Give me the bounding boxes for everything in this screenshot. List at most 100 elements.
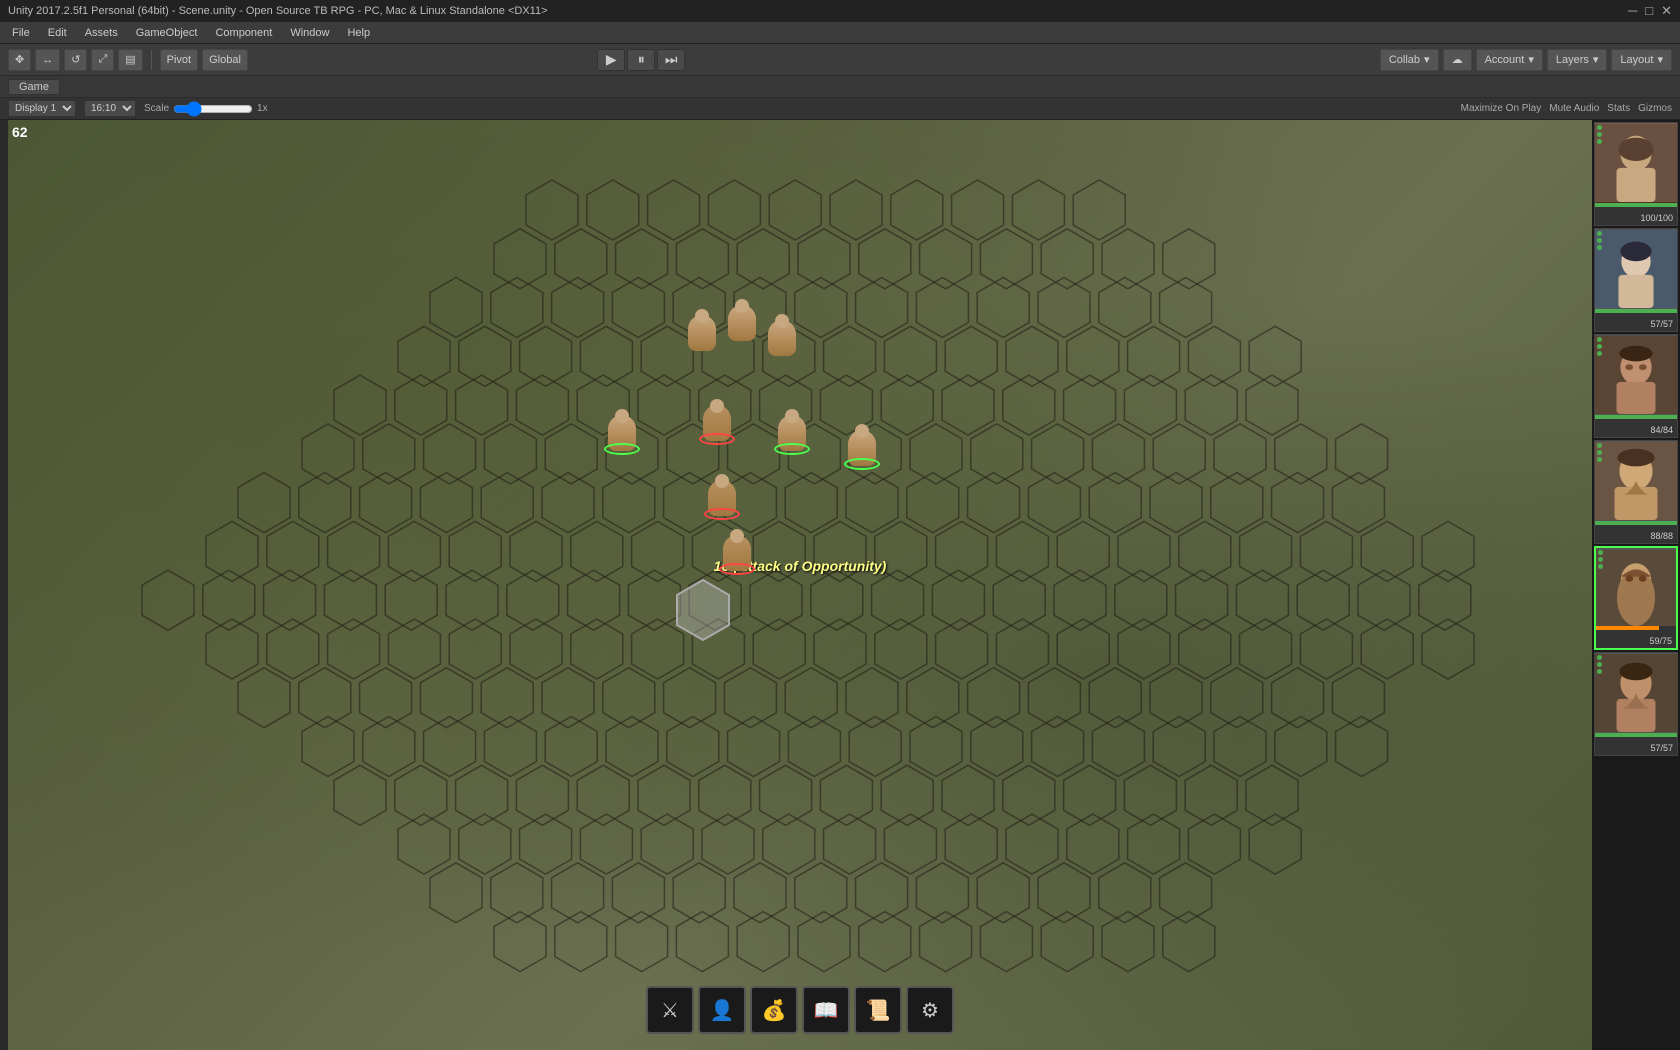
char-status-5 [1598,550,1603,569]
hp-fill-4 [1595,521,1677,525]
char-hp-text-1: 100/100 [1640,213,1673,223]
layers-dropdown-icon: ▾ [1593,53,1599,66]
action-journal[interactable]: 📜 [854,986,902,1034]
title-text: Unity 2017.2.5f1 Personal (64bit) - Scen… [8,5,548,17]
action-character[interactable]: 👤 [698,986,746,1034]
hp-bar-3 [1595,415,1677,419]
cloud-icon: ☁ [1452,53,1463,66]
enemy-char-1[interactable] [688,315,716,351]
selection-ring-left [604,443,640,455]
action-settings[interactable]: ⚙ [906,986,954,1034]
status-dot-2 [1597,132,1602,137]
pause-btn[interactable]: ⏸ [627,49,655,71]
portrait-svg-1 [1595,123,1677,203]
tool-rotate[interactable]: ↺ [64,49,87,71]
menu-file[interactable]: File [4,25,38,41]
mute-audio[interactable]: Mute Audio [1549,103,1599,114]
tool-move[interactable]: ↔ [35,49,60,71]
cloud-btn[interactable]: ☁ [1443,49,1472,71]
status-dot-12 [1597,457,1602,462]
menu-gameobject[interactable]: GameObject [128,25,206,41]
display-dropdown[interactable]: Display 1 [8,100,76,117]
char-portrait-2 [1595,229,1677,309]
tool-rect[interactable]: ▤ [118,49,142,71]
step-btn[interactable]: ⏭ [657,49,685,71]
status-dot-14 [1598,557,1603,562]
enemy-char-right1[interactable] [778,415,806,451]
resolution-dropdown[interactable]: 16:10 [84,100,136,117]
char-card-6[interactable]: 57/57 [1594,652,1678,756]
char-card-4[interactable]: 88/88 [1594,440,1678,544]
action-bar: ⚔ 👤 💰 📖 📜 ⚙ [646,986,954,1034]
collab-btn[interactable]: Collab ▾ [1380,49,1439,71]
char-stats-2: 57/57 [1650,319,1673,329]
toolbar: ✥ ↔ ↺ ⤢ ▤ Pivot Global ▶ ⏸ ⏭ Collab ▾ ☁ … [0,44,1680,76]
status-dot-17 [1597,662,1602,667]
left-panel [0,120,8,1050]
hp-fill-1 [1595,203,1677,207]
stats-btn[interactable]: Stats [1607,103,1630,114]
main-area: 62 16 (Attack of Opportunity) [0,120,1680,1050]
hp-fill-3 [1595,415,1677,419]
gizmos-btn[interactable]: Gizmos [1638,103,1672,114]
tool-hand[interactable]: ✥ [8,49,31,71]
game-viewport[interactable]: 62 16 (Attack of Opportunity) [8,120,1592,1050]
status-dot-13 [1598,550,1603,555]
char-card-5[interactable]: 59/75 [1594,546,1678,650]
portrait-svg-3 [1595,335,1677,415]
enemy-char-left[interactable] [608,415,636,451]
hero-char-lowest[interactable] [723,535,751,571]
hp-fill-2 [1595,309,1677,313]
account-btn[interactable]: Account ▾ [1476,49,1543,71]
maximize-btn[interactable]: □ [1645,3,1653,19]
hero-char-lower[interactable] [708,480,736,516]
enemy-char-3[interactable] [768,320,796,356]
status-dot-1 [1597,125,1602,130]
status-dot-7 [1597,337,1602,342]
close-btn[interactable]: ✕ [1661,3,1672,19]
status-dot-15 [1598,564,1603,569]
display-select: Display 1 [8,100,76,117]
char-card-1[interactable]: 100/100 [1594,122,1678,226]
status-dot-11 [1597,450,1602,455]
menu-window[interactable]: Window [282,25,337,41]
hp-bar-2 [1595,309,1677,313]
layers-btn[interactable]: Layers ▾ [1547,49,1608,71]
hp-bar-6 [1595,733,1677,737]
scale-control: Scale 1x [144,101,1453,117]
char-card-2[interactable]: 57/57 [1594,228,1678,332]
pivot-btn[interactable]: Pivot [160,49,198,71]
char-status-2 [1597,231,1602,250]
menu-component[interactable]: Component [207,25,280,41]
maximize-on-play[interactable]: Maximize On Play [1461,103,1542,114]
game-tab[interactable]: Game [8,79,60,95]
layout-btn[interactable]: Layout ▾ [1611,49,1672,71]
char-card-3[interactable]: 84/84 [1594,334,1678,438]
action-inventory[interactable]: 💰 [750,986,798,1034]
hero-char-center[interactable] [703,405,731,441]
action-abilities[interactable]: 📖 [802,986,850,1034]
menu-edit[interactable]: Edit [40,25,75,41]
char-portrait-1 [1595,123,1677,203]
menu-bar: File Edit Assets GameObject Component Wi… [0,22,1680,44]
sep1 [151,50,152,70]
menu-assets[interactable]: Assets [77,25,126,41]
menu-help[interactable]: Help [339,25,378,41]
hex-grid [8,120,1592,1050]
action-attack[interactable]: ⚔ [646,986,694,1034]
scale-value: 1x [257,103,268,114]
window-controls: ─ □ ✕ [1628,3,1672,19]
hp-bar-5 [1596,626,1676,630]
char-portrait-4 [1595,441,1677,521]
global-btn[interactable]: Global [202,49,248,71]
scale-slider[interactable] [173,101,253,117]
tool-scale[interactable]: ⤢ [91,49,114,71]
char-status-6 [1597,655,1602,674]
char-stats-5: 59/75 [1649,636,1672,646]
enemy-char-2[interactable] [728,305,756,341]
enemy-figure-2 [728,305,756,341]
status-dot-6 [1597,245,1602,250]
enemy-char-right2[interactable] [848,430,876,466]
play-btn[interactable]: ▶ [597,49,625,71]
minimize-btn[interactable]: ─ [1628,3,1637,19]
